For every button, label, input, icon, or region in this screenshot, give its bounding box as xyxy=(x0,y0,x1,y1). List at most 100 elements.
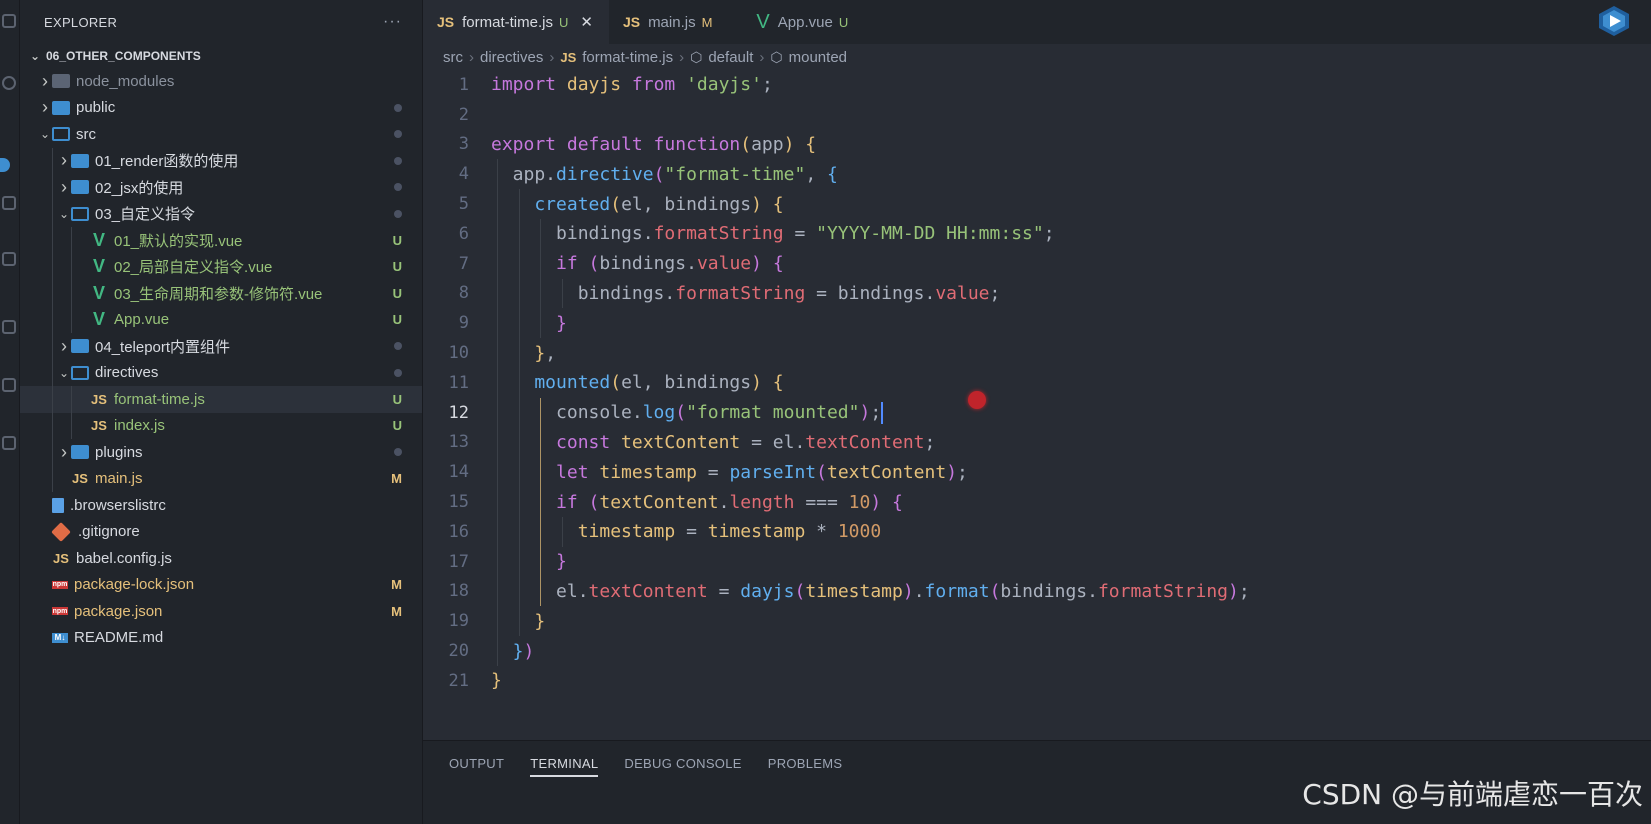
tree-item[interactable]: ⌄ src xyxy=(20,121,422,148)
code-editor[interactable]: 1 import dayjs from 'dayjs'; 2 3 export defa… xyxy=(423,70,1651,696)
tree-item[interactable]: › 02_jsx的使用 xyxy=(20,174,422,201)
git-status-badge: M xyxy=(391,471,402,487)
tree-item-label: README.md xyxy=(74,629,164,647)
code-token: dayjs xyxy=(740,580,795,602)
git-icon xyxy=(51,521,71,542)
indent-guide xyxy=(518,516,520,547)
tree-item[interactable]: › public xyxy=(20,95,422,122)
tree-item[interactable]: M↓ README.md xyxy=(20,625,422,652)
code-line: 19 } xyxy=(423,606,1651,637)
tree-item[interactable]: › node_modules xyxy=(20,68,422,95)
tree-item[interactable]: › 01_render函数的使用 xyxy=(20,147,422,174)
git-status-badge: M xyxy=(391,603,402,619)
code-line: 10 }, xyxy=(423,338,1651,368)
folder-icon xyxy=(71,445,89,460)
tree-item[interactable]: V 03_生命周期和参数-修饰符.vue U xyxy=(20,280,422,307)
code-token: from xyxy=(631,74,687,96)
extensions-icon[interactable] xyxy=(2,252,16,266)
code-text: mounted(el, bindings) { xyxy=(491,372,783,394)
breadcrumb-item[interactable]: mounted xyxy=(789,49,847,66)
tree-item-label: package.json xyxy=(74,602,163,620)
js-icon: JS xyxy=(72,471,88,487)
tree-item-label: .browserslistrc xyxy=(70,496,166,514)
run-debug-icon[interactable] xyxy=(2,196,16,210)
tree-item[interactable]: ⌄ 03_自定义指令 xyxy=(20,200,422,227)
code-token: } xyxy=(491,551,567,573)
tree-item[interactable]: JS main.js M xyxy=(20,465,422,492)
code-line: 16 timestamp = timestamp * 1000 xyxy=(423,516,1651,547)
remote-icon[interactable] xyxy=(2,320,16,334)
tree-item[interactable]: .browserslistrc xyxy=(20,492,422,519)
tab-app-vue[interactable]: V App.vue U xyxy=(742,0,878,44)
line-number: 2 xyxy=(458,104,469,125)
folder-icon xyxy=(52,100,70,115)
tree-item[interactable]: › plugins xyxy=(20,439,422,466)
tree-item[interactable]: JS format-time.js U xyxy=(20,386,422,413)
panel-tab-terminal[interactable]: TERMINAL xyxy=(530,741,599,785)
line-number: 19 xyxy=(448,611,469,632)
indent-guide xyxy=(497,576,498,607)
folder-icon xyxy=(71,339,89,354)
tree-item[interactable]: npm package-lock.json M xyxy=(20,572,422,599)
indent-guide xyxy=(497,427,498,458)
code-token: parseInt xyxy=(729,461,817,483)
code-token: ( xyxy=(989,580,1001,602)
indent-guide xyxy=(497,397,498,428)
code-token: ( xyxy=(610,372,622,394)
indent-guide xyxy=(518,218,520,249)
line-number: 14 xyxy=(448,462,469,483)
breadcrumb-item[interactable]: default xyxy=(708,49,753,66)
git-status-badge: U xyxy=(392,259,402,275)
panel-tab-output[interactable]: OUTPUT xyxy=(449,741,504,785)
panel-tab-problems[interactable]: PROBLEMS xyxy=(768,741,843,785)
testing-icon[interactable] xyxy=(2,378,16,392)
workspace-root[interactable]: ⌄ 06_OTHER_COMPONENTS xyxy=(20,44,422,68)
tree-item-label: 04_teleport内置组件 xyxy=(95,338,231,356)
editor-area: JS format-time.js U ✕ JS main.js M V App.vue U sr… xyxy=(423,0,1651,740)
breadcrumb-item[interactable]: directives xyxy=(480,49,543,66)
code-line: 17 } xyxy=(423,546,1651,577)
tab-format-time-js[interactable]: JS format-time.js U ✕ xyxy=(423,0,609,44)
editor-tabs: JS format-time.js U ✕ JS main.js M V App.vue U xyxy=(423,0,1651,44)
line-number: 12 xyxy=(448,402,469,423)
explorer-title: EXPLORER xyxy=(44,14,118,30)
breadcrumb-item[interactable]: src xyxy=(443,49,463,66)
close-icon[interactable]: ✕ xyxy=(580,13,593,31)
docker-icon[interactable] xyxy=(2,436,16,450)
line-number: 3 xyxy=(458,134,469,155)
indent-guide xyxy=(518,367,520,398)
chevron-right-icon: › xyxy=(42,70,48,91)
tree-item[interactable]: JS index.js U xyxy=(20,412,422,439)
indent-guide xyxy=(540,218,542,249)
tree-item[interactable]: › 04_teleport内置组件 xyxy=(20,333,422,360)
code-token: ; xyxy=(957,461,968,483)
indent-guide xyxy=(71,280,72,307)
tree-item[interactable]: V 01_默认的实现.vue U xyxy=(20,227,422,254)
code-token: ( xyxy=(794,580,806,602)
tab-main-js[interactable]: JS main.js M xyxy=(609,0,742,44)
vue-devtools-logo-icon[interactable] xyxy=(1597,4,1631,38)
tree-item[interactable]: ⌄ directives xyxy=(20,359,422,386)
tree-item[interactable]: V App.vue U xyxy=(20,306,422,333)
indent-guide xyxy=(497,487,498,517)
tree-item-label: 02_jsx的使用 xyxy=(95,179,184,197)
breadcrumb-item[interactable]: format-time.js xyxy=(582,49,673,66)
tree-item[interactable]: V 02_局部自定义指令.vue U xyxy=(20,253,422,280)
indent-guide xyxy=(518,397,520,428)
git-status-badge: U xyxy=(392,418,402,434)
line-number: 20 xyxy=(448,641,469,662)
tree-item[interactable]: JS babel.config.js xyxy=(20,545,422,572)
code-token: { xyxy=(772,253,784,275)
line-number: 6 xyxy=(458,223,469,244)
file-icon xyxy=(52,497,64,513)
indent-guide xyxy=(540,397,542,428)
code-token: timestamp xyxy=(805,580,903,602)
tree-item[interactable]: npm package.json M xyxy=(20,598,422,625)
code-token: = xyxy=(675,521,708,543)
tree-item[interactable]: .gitignore xyxy=(20,519,422,546)
code-token: ( xyxy=(675,401,687,423)
files-icon[interactable] xyxy=(2,14,16,28)
panel-tab-debug-console[interactable]: DEBUG CONSOLE xyxy=(624,741,741,785)
search-icon[interactable] xyxy=(2,76,16,90)
more-actions-icon[interactable]: ··· xyxy=(383,13,402,31)
